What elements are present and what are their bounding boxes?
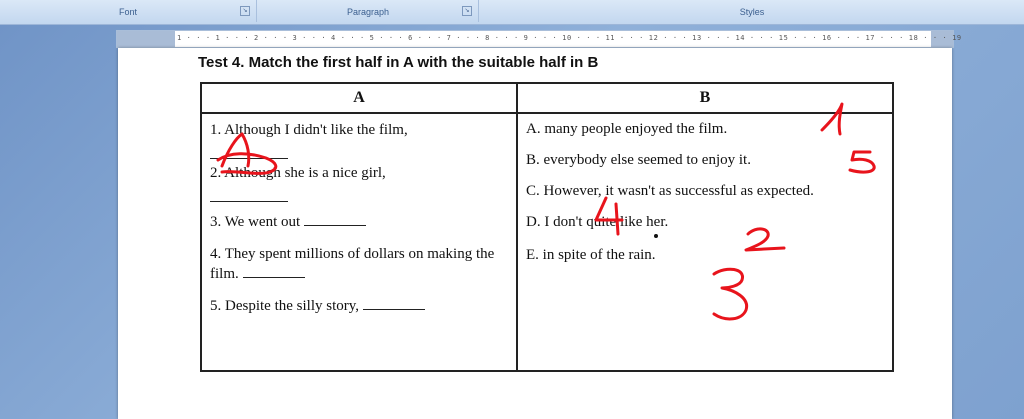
- a-item-3: 3. We went out: [202, 212, 516, 232]
- matching-table: A B 1. Although I didn't like the film, …: [200, 82, 894, 372]
- answer-blank-3: [303, 213, 366, 226]
- column-a-header: A: [200, 82, 518, 114]
- b-item-a: A. many people enjoyed the film.: [526, 121, 728, 137]
- a-item-5: 5. Despite the silly story,: [202, 296, 516, 316]
- answer-blank-1: [210, 146, 288, 159]
- a-item-5-text: 5. Despite the silly story,: [210, 298, 360, 314]
- paragraph-dialog-launcher-icon[interactable]: ↘: [462, 6, 472, 16]
- answer-blank-2: [210, 189, 288, 202]
- paragraph-group-label: Paragraph: [346, 7, 390, 17]
- document-page[interactable]: Test 4. Match the first half in A with t…: [118, 48, 952, 419]
- a-item-2: 2. Although she is a nice girl,: [202, 163, 516, 202]
- font-group-label: Font: [118, 7, 137, 17]
- a-item-1-text: 1. Although I didn't like the film,: [210, 122, 408, 138]
- column-a-cell[interactable]: 1. Although I didn't like the film, 2. A…: [200, 112, 518, 372]
- b-item-e: E. in spite of the rain.: [526, 247, 656, 263]
- styles-group-label: Styles: [739, 7, 765, 17]
- ruler-left-margin: [117, 31, 175, 47]
- ribbon-group-bar: Font ↘ Paragraph ↘ Styles: [0, 0, 1024, 25]
- ruler-ticks: 1 · · · 1 · · · 2 · · · 3 · · · 4 · · · …: [177, 34, 962, 42]
- a-item-2-text: 2. Although she is a nice girl,: [210, 165, 386, 181]
- b-item-c: C. However, it wasn't as successful as e…: [526, 183, 814, 199]
- answer-blank-4: [242, 265, 305, 278]
- a-item-3-text: 3. We went out: [210, 214, 301, 230]
- horizontal-ruler[interactable]: 1 · · · 1 · · · 2 · · · 3 · · · 4 · · · …: [116, 30, 961, 48]
- column-b-header: B: [516, 82, 894, 114]
- exercise-title: Test 4. Match the first half in A with t…: [198, 54, 599, 71]
- a-item-4: 4. They spent millions of dollars on mak…: [202, 244, 516, 284]
- font-dialog-launcher-icon[interactable]: ↘: [240, 6, 250, 16]
- b-item-d: D. I don't quite like her.: [526, 214, 669, 230]
- ribbon-group-styles[interactable]: Styles: [480, 0, 1024, 22]
- ribbon-group-font[interactable]: Font ↘: [0, 0, 257, 22]
- b-item-b: B. everybody else seemed to enjoy it.: [526, 152, 751, 168]
- ribbon-group-paragraph[interactable]: Paragraph ↘: [258, 0, 479, 22]
- a-item-1: 1. Although I didn't like the film,: [202, 120, 516, 159]
- column-b-cell[interactable]: A. many people enjoyed the film. B. ever…: [516, 112, 894, 372]
- answer-blank-5: [362, 297, 425, 310]
